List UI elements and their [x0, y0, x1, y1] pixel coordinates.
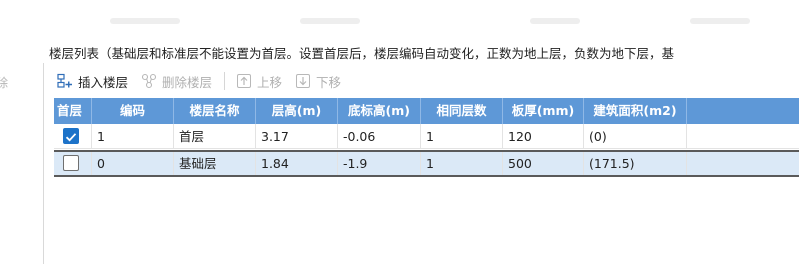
name-cell[interactable]: 基础层: [174, 152, 256, 175]
first-floor-cell[interactable]: [54, 152, 92, 175]
floor-table: 首层 编码 楼层名称 层高(m) 底标高(m) 相同层数 板厚(mm) 建筑面积…: [54, 98, 799, 264]
arrow-up-icon: [235, 72, 253, 90]
move-up-label: 上移: [257, 74, 283, 90]
toolbar: 插入楼层 删除楼层 上移 下移: [56, 67, 353, 95]
table-header: 首层 编码 楼层名称 层高(m) 底标高(m) 相同层数 板厚(mm) 建筑面积…: [54, 98, 799, 124]
header-area[interactable]: 建筑面积(m2): [584, 98, 687, 124]
left-panel: 除: [0, 63, 44, 264]
slab-thickness-cell[interactable]: 120: [503, 124, 584, 149]
floor-list-description: 楼层列表（基础层和标准层不能设置为首层。设置首层后，楼层编码自动变化，正数为地上…: [49, 46, 675, 61]
arrow-down-icon: [294, 72, 312, 90]
checkmark-icon: [65, 133, 77, 142]
base-elevation-cell[interactable]: -1.9: [338, 152, 421, 175]
delete-floor-button[interactable]: 删除楼层: [140, 69, 212, 93]
move-down-label: 下移: [316, 74, 342, 90]
height-cell[interactable]: 1.84: [256, 152, 338, 175]
insert-floor-label: 插入楼层: [78, 74, 129, 90]
header-name[interactable]: 楼层名称: [174, 98, 256, 124]
area-cell: (0): [584, 124, 687, 149]
header-first-floor[interactable]: 首层: [54, 98, 92, 124]
header-same-count[interactable]: 相同层数: [421, 98, 503, 124]
delete-floor-icon: [140, 72, 158, 90]
insert-floor-button[interactable]: 插入楼层: [56, 69, 128, 93]
first-floor-checkbox-checked[interactable]: [63, 128, 79, 144]
code-cell[interactable]: 0: [92, 152, 174, 175]
code-cell[interactable]: 1: [92, 124, 174, 149]
floor-settings-window: 除 楼层列表（基础层和标准层不能设置为首层。设置首层后，楼层编码自动变化，正数为…: [0, 0, 799, 264]
area-cell: (171.5): [584, 152, 687, 175]
slab-thickness-cell[interactable]: 500: [503, 152, 584, 175]
height-cell[interactable]: 3.17: [256, 124, 338, 149]
move-up-button[interactable]: 上移: [235, 69, 282, 93]
header-height[interactable]: 层高(m): [256, 98, 338, 124]
insert-floor-icon: [56, 72, 74, 90]
table-row[interactable]: 1 首层 3.17 -0.06 1 120 (0): [54, 124, 799, 149]
table-row-selected[interactable]: 0 基础层 1.84 -1.9 1 500 (171.5): [54, 150, 799, 177]
toolbar-separator: [224, 72, 226, 90]
same-count-cell[interactable]: 1: [421, 152, 503, 175]
left-delete-button[interactable]: 除: [0, 74, 8, 91]
move-down-button[interactable]: 下移: [294, 69, 341, 93]
first-floor-cell[interactable]: [54, 124, 92, 149]
name-cell[interactable]: 首层: [174, 124, 256, 149]
delete-floor-label: 删除楼层: [162, 74, 213, 90]
base-elevation-cell[interactable]: -0.06: [338, 124, 421, 149]
header-base-elevation[interactable]: 底标高(m): [338, 98, 421, 124]
header-code[interactable]: 编码: [92, 98, 174, 124]
first-floor-checkbox-unchecked[interactable]: [63, 155, 79, 171]
header-slab-thickness[interactable]: 板厚(mm): [503, 98, 584, 124]
title-strip: [0, 0, 799, 38]
same-count-cell[interactable]: 1: [421, 124, 503, 149]
